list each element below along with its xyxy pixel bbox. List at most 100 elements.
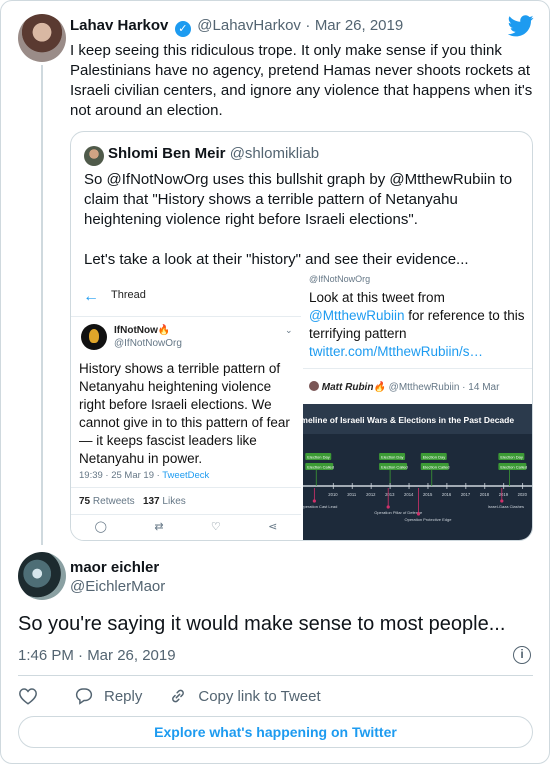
year-label: 2016 xyxy=(442,492,452,497)
year-label: 2010 xyxy=(328,492,338,497)
operation-marker xyxy=(386,505,390,509)
election-called-label: Election Called xyxy=(423,465,450,470)
avatar-maor[interactable] xyxy=(18,552,66,600)
tweet2-timestamp[interactable]: 1:46 PM · Mar 26, 2019 xyxy=(18,647,176,664)
quote-image-ifnotnow-tweet[interactable]: ← Thread IfNotNow🔥 @IfNotNowOrg ⌄ Histor… xyxy=(71,272,301,540)
embedded-tweet-stats: 75 Retweets 137 Likes xyxy=(79,496,186,507)
tweet2-header: maor eichler @EichlerMaor xyxy=(70,559,165,595)
reply-label: Reply xyxy=(104,687,143,705)
explore-twitter-button[interactable]: Explore what's happening on Twitter xyxy=(18,716,533,748)
tweet2-text: So you're saying it would make sense to … xyxy=(18,613,506,635)
quote-image-timeline-graphic[interactable]: Timeline of Israeli Wars & Elections in … xyxy=(303,404,532,540)
election-called-label: Election Called xyxy=(381,465,408,470)
year-label: 2018 xyxy=(480,492,490,497)
copy-link-label: Copy link to Tweet xyxy=(198,687,321,705)
info-icon[interactable]: i xyxy=(513,646,531,664)
year-label: 2019 xyxy=(499,492,509,497)
retweet-label: Retweets xyxy=(92,496,135,507)
embedded-tweet-client: TweetDeck xyxy=(162,470,210,481)
year-label: 2011 xyxy=(347,492,357,497)
year-label: 2013 xyxy=(385,492,395,497)
tweet2-author-name[interactable]: maor eichler xyxy=(70,559,165,576)
reply-icon xyxy=(75,688,93,705)
verified-badge-icon: ✓ xyxy=(174,21,191,37)
url-link: twitter.com/MtthewRubiin/s… xyxy=(309,344,484,359)
election-day-label: Election Day xyxy=(500,455,522,460)
mention-link: @MtthewRubiin xyxy=(309,308,405,323)
quote-image-ifnotnow-reply[interactable]: @IfNotNowOrg Look at this tweet from @Mt… xyxy=(303,272,532,402)
twitter-bird-icon[interactable] xyxy=(508,15,534,37)
text-segment: Look at this tweet from xyxy=(309,290,445,305)
quote-author-name: Shlomi Ben Meir xyxy=(108,145,226,162)
like-count: 137 xyxy=(142,496,160,507)
embedded-quoted-name: Matt Rubin🔥 xyxy=(321,382,386,393)
election-day-label: Election Day xyxy=(381,455,403,460)
operation-marker xyxy=(416,512,421,516)
year-label: 2017 xyxy=(461,492,471,497)
quote-header: Shlomi Ben Meir @shlomikliab xyxy=(108,145,319,162)
tweet-actions: Reply Copy link to Tweet xyxy=(18,685,347,707)
year-label: 2014 xyxy=(404,492,414,497)
embedded-tweet-actions: ◯ ⇄ ♡ ⋖ xyxy=(71,520,301,533)
embedded-tweet-time: 19:39 · 25 Mar 19 · xyxy=(79,470,163,481)
year-label: 2015 xyxy=(423,492,433,497)
election-called-label: Election Called xyxy=(500,465,527,470)
retweet-icon: ⇄ xyxy=(154,521,164,533)
tweet1-date[interactable]: Mar 26, 2019 xyxy=(315,17,403,34)
embedded-tweet-body: History shows a terrible pattern of Neta… xyxy=(79,361,290,466)
embedded-tweet-meta: 19:39 · 25 Mar 19 · TweetDeck xyxy=(79,470,209,481)
operation-label: Operation Protective Edge xyxy=(405,517,453,522)
tweet1-author-name[interactable]: Lahav Harkov xyxy=(70,17,168,34)
divider xyxy=(303,368,532,369)
divider xyxy=(71,316,301,317)
like-label: Likes xyxy=(162,496,186,507)
timeline-title: Timeline of Israeli Wars & Elections in … xyxy=(303,415,514,425)
divider xyxy=(18,675,533,676)
divider xyxy=(71,514,301,515)
avatar-shlomi xyxy=(84,146,104,166)
embedded-reply-text: Look at this tweet from @MtthewRubiin fo… xyxy=(309,289,529,361)
thread-connector-line xyxy=(41,65,43,545)
embedded-quoted-author: Matt Rubin🔥 @MtthewRubiin · 14 Mar xyxy=(309,381,499,393)
retweet-count: 75 xyxy=(79,496,91,507)
chevron-down-icon: ⌄ xyxy=(285,325,293,335)
year-label: 2012 xyxy=(366,492,376,497)
reply-button[interactable]: Reply xyxy=(74,687,142,705)
election-day-label: Election Day xyxy=(307,455,329,460)
election-called-label: Election Called xyxy=(307,465,334,470)
embedded-quoted-handle: @MtthewRubiin · 14 Mar xyxy=(388,382,500,393)
ifnotnow-logo xyxy=(81,324,107,350)
tweet2-author-handle[interactable]: @EichlerMaor xyxy=(70,578,165,595)
avatar-matt xyxy=(309,381,319,391)
divider xyxy=(71,487,301,488)
like-icon: ♡ xyxy=(210,521,221,533)
heart-icon xyxy=(19,688,37,705)
tweet1-text: I keep seeing this ridiculous trope. It … xyxy=(70,42,533,119)
operation-marker xyxy=(312,499,316,503)
copy-link-button[interactable]: Copy link to Tweet xyxy=(168,686,321,706)
operation-label: Operation Cast Lead xyxy=(303,504,337,509)
avatar-lahav[interactable] xyxy=(18,14,66,62)
quoted-tweet[interactable]: Shlomi Ben Meir @shlomikliab So @IfNotNo… xyxy=(70,131,533,541)
embedded-handle: @IfNotNowOrg xyxy=(309,274,371,284)
quote-author-handle: @shlomikliab xyxy=(229,145,320,162)
operation-label: Operation Pillar of Defense xyxy=(374,510,423,515)
tweet-embed-card: Lahav Harkov ✓ @LahavHarkov · Mar 26, 20… xyxy=(0,0,550,764)
like-button[interactable] xyxy=(18,687,48,705)
year-label: 2020 xyxy=(518,492,528,497)
link-icon xyxy=(172,689,185,703)
back-arrow-icon: ← xyxy=(83,288,99,305)
tweet1-header: Lahav Harkov ✓ @LahavHarkov · Mar 26, 20… xyxy=(70,17,403,37)
tweet1-author-handle[interactable]: @LahavHarkov xyxy=(197,17,301,34)
share-icon: ⋖ xyxy=(268,521,278,533)
thread-heading: Thread xyxy=(111,289,146,301)
operation-marker xyxy=(500,499,504,503)
election-day-label: Election Day xyxy=(423,455,445,460)
embedded-author-name: IfNotNow🔥 xyxy=(114,325,171,336)
operation-label: Israel-Gaza Clashes xyxy=(488,504,524,509)
reply-icon: ◯ xyxy=(94,521,107,533)
timeline-chart: Timeline of Israeli Wars & Elections in … xyxy=(303,404,532,522)
embedded-author-handle: @IfNotNowOrg xyxy=(114,338,182,349)
quote-text: So @IfNotNowOrg uses this bullshit graph… xyxy=(84,171,513,268)
separator-dot: · xyxy=(305,17,311,34)
